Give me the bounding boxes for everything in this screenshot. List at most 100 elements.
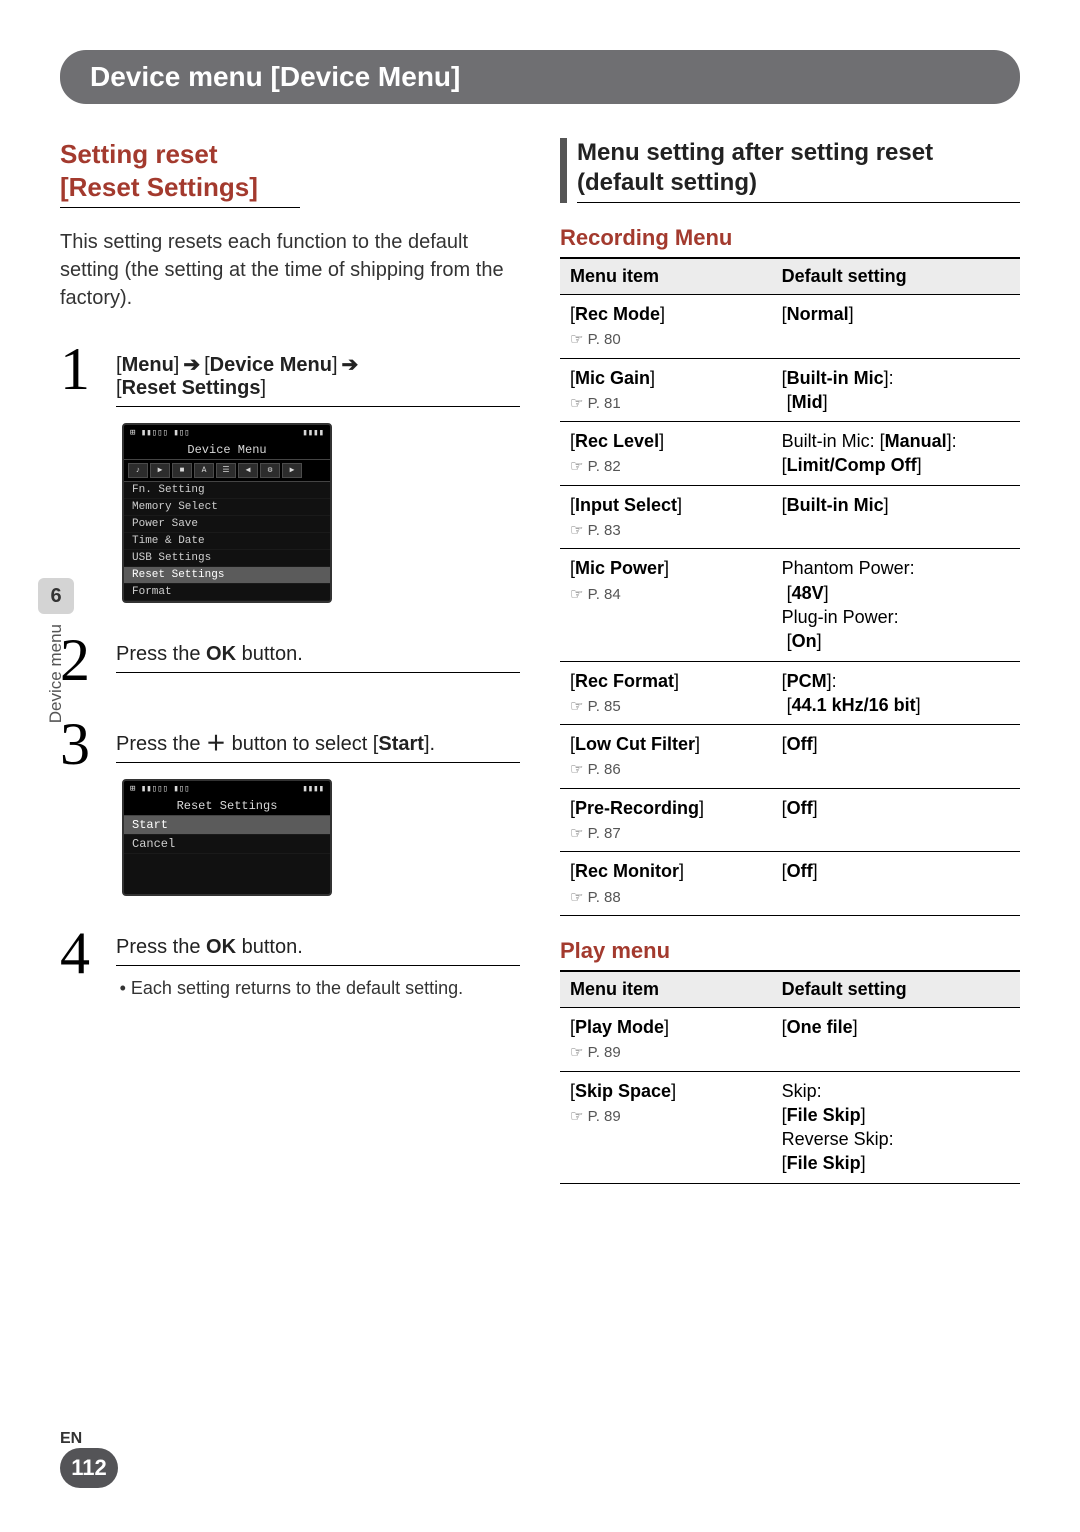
text: Skip: [782,1081,822,1101]
step-number: 4 [60,926,106,980]
step2-text: Press the OK button. [116,643,520,666]
plus-button-label: ＋ [206,733,226,755]
default-value: PCM [787,671,827,691]
text: Built-in Mic: [ [782,431,885,451]
default-value: One file [787,1017,853,1037]
item-name: Play Mode [575,1017,664,1037]
item-name: Rec Level [575,431,659,451]
lcd-icon: A [194,463,214,478]
page-ref: P. 83 [570,522,621,539]
step4-text: Press the OK button. [116,936,520,959]
item-name: Low Cut Filter [575,734,695,754]
page-ref: P. 84 [570,586,621,603]
section-title: Setting reset [Reset Settings] [60,138,520,203]
item-name: Mic Gain [575,368,650,388]
recording-menu-heading: Recording Menu [560,225,1020,251]
step1-text: [Menu] ➔ [Device Menu] ➔ [Reset Settings… [116,352,520,400]
item-name: Pre-Recording [575,798,699,818]
list-item: Fn. Setting [124,482,330,499]
right-heading: Menu setting after setting reset (defaul… [560,138,1020,203]
item-name: Skip Space [575,1081,671,1101]
intro-text: This setting resets each function to the… [60,228,520,312]
table-header-row: Menu item Default setting [560,258,1020,295]
side-label: Device menu [46,624,66,723]
default-value: 44.1 kHz/16 bit [792,695,916,715]
lcd-icon: ■ [172,463,192,478]
right-column: Menu setting after setting reset (defaul… [560,138,1020,1184]
side-tab: 6 Device menu [38,578,74,723]
play-menu-heading: Play menu [560,938,1020,964]
default-value: File Skip [787,1153,861,1173]
page-ref: P. 89 [570,1108,621,1125]
step-1: 1 [Menu] ➔ [Device Menu] ➔ [Reset Settin… [60,342,520,603]
lcd-icon: ⚙ [260,463,280,478]
arrow-icon: ➔ [342,352,359,377]
text: Press the [116,733,206,755]
nav-device-menu: Device Menu [210,354,332,376]
default-value: Normal [787,304,849,324]
list-item: Format [124,584,330,601]
page-header: Device menu [Device Menu] [60,50,1020,104]
table-row: [Mic Power]P. 84 Phantom Power: [48V]Plu… [560,549,1020,661]
recording-table: Menu item Default setting [Rec Mode]P. 8… [560,257,1020,916]
page-ref: P. 86 [570,761,621,778]
th-default: Default setting [772,258,1020,295]
ok-button-label: OK [206,643,236,665]
step3-text: Press the ＋ button to select [Start]. [116,727,520,756]
text: Phantom Power: [782,558,915,578]
list-item: USB Settings [124,550,330,567]
lcd-icon: ▶ [282,463,302,478]
list-item: Cancel [124,835,330,854]
default-value: Mid [792,392,823,412]
table-row: [Skip Space]P. 89 Skip:[File Skip]Revers… [560,1071,1020,1183]
list-item: Power Save [124,516,330,533]
list-item-selected: Reset Settings [124,567,330,584]
rule [116,406,520,407]
list-item: Memory Select [124,499,330,516]
section-title-line1: Setting reset [60,139,218,169]
page-ref: P. 85 [570,698,621,715]
item-name: Mic Power [575,558,664,578]
table-row: [Low Cut Filter]P. 86 [Off] [560,725,1020,789]
default-value: Built-in Mic [787,368,884,388]
default-value: 48V [792,583,824,603]
th-default: Default setting [772,971,1020,1008]
table-row: [Pre-Recording]P. 87 [Off] [560,788,1020,852]
start-label: Start [378,733,424,755]
footer: EN 112 [60,1430,118,1488]
step-number: 3 [60,717,106,771]
default-value: Off [787,798,813,818]
table-header-row: Menu item Default setting [560,971,1020,1008]
text: ]. [424,733,435,755]
language-label: EN [60,1430,118,1448]
list-item: Time & Date [124,533,330,550]
page-number-badge: 112 [60,1448,118,1488]
rule [116,762,520,763]
lcd-title: Reset Settings [124,797,330,816]
step-2: 2 Press the OK button. [60,633,520,687]
text: button. [236,936,303,958]
left-column: Setting reset [Reset Settings] This sett… [60,138,520,1184]
item-name: Input Select [575,495,677,515]
default-value: Off [787,861,813,881]
lcd-list: Start Cancel [124,816,330,894]
default-value: On [792,631,817,651]
page-ref: P. 82 [570,458,621,475]
text: Reverse Skip: [782,1129,894,1149]
item-name: Rec Format [575,671,674,691]
lcd-list: Fn. Setting Memory Select Power Save Tim… [124,482,330,601]
chapter-badge: 6 [38,578,74,614]
right-title: Menu setting after setting reset (defaul… [577,138,1020,203]
lcd-screenshot-device-menu: ⊞ ▮▮▯▯▯ ▮▯▯▮▮▮▮ Device Menu ♪ ▶ ■ A ☰ ◀ … [122,423,332,603]
rule [116,672,520,673]
lcd-screenshot-reset: ⊞ ▮▮▯▯▯ ▮▯▯▮▮▮▮ Reset Settings Start Can… [122,779,332,896]
page-ref: P. 87 [570,825,621,842]
item-name: Rec Monitor [575,861,679,881]
text: Press the [116,936,206,958]
rule [116,965,520,966]
th-menu-item: Menu item [560,258,772,295]
lcd-icon: ☰ [216,463,236,478]
lcd-icon: ◀ [238,463,258,478]
nav-reset-settings: Reset Settings [122,377,261,399]
spacer [124,854,330,894]
